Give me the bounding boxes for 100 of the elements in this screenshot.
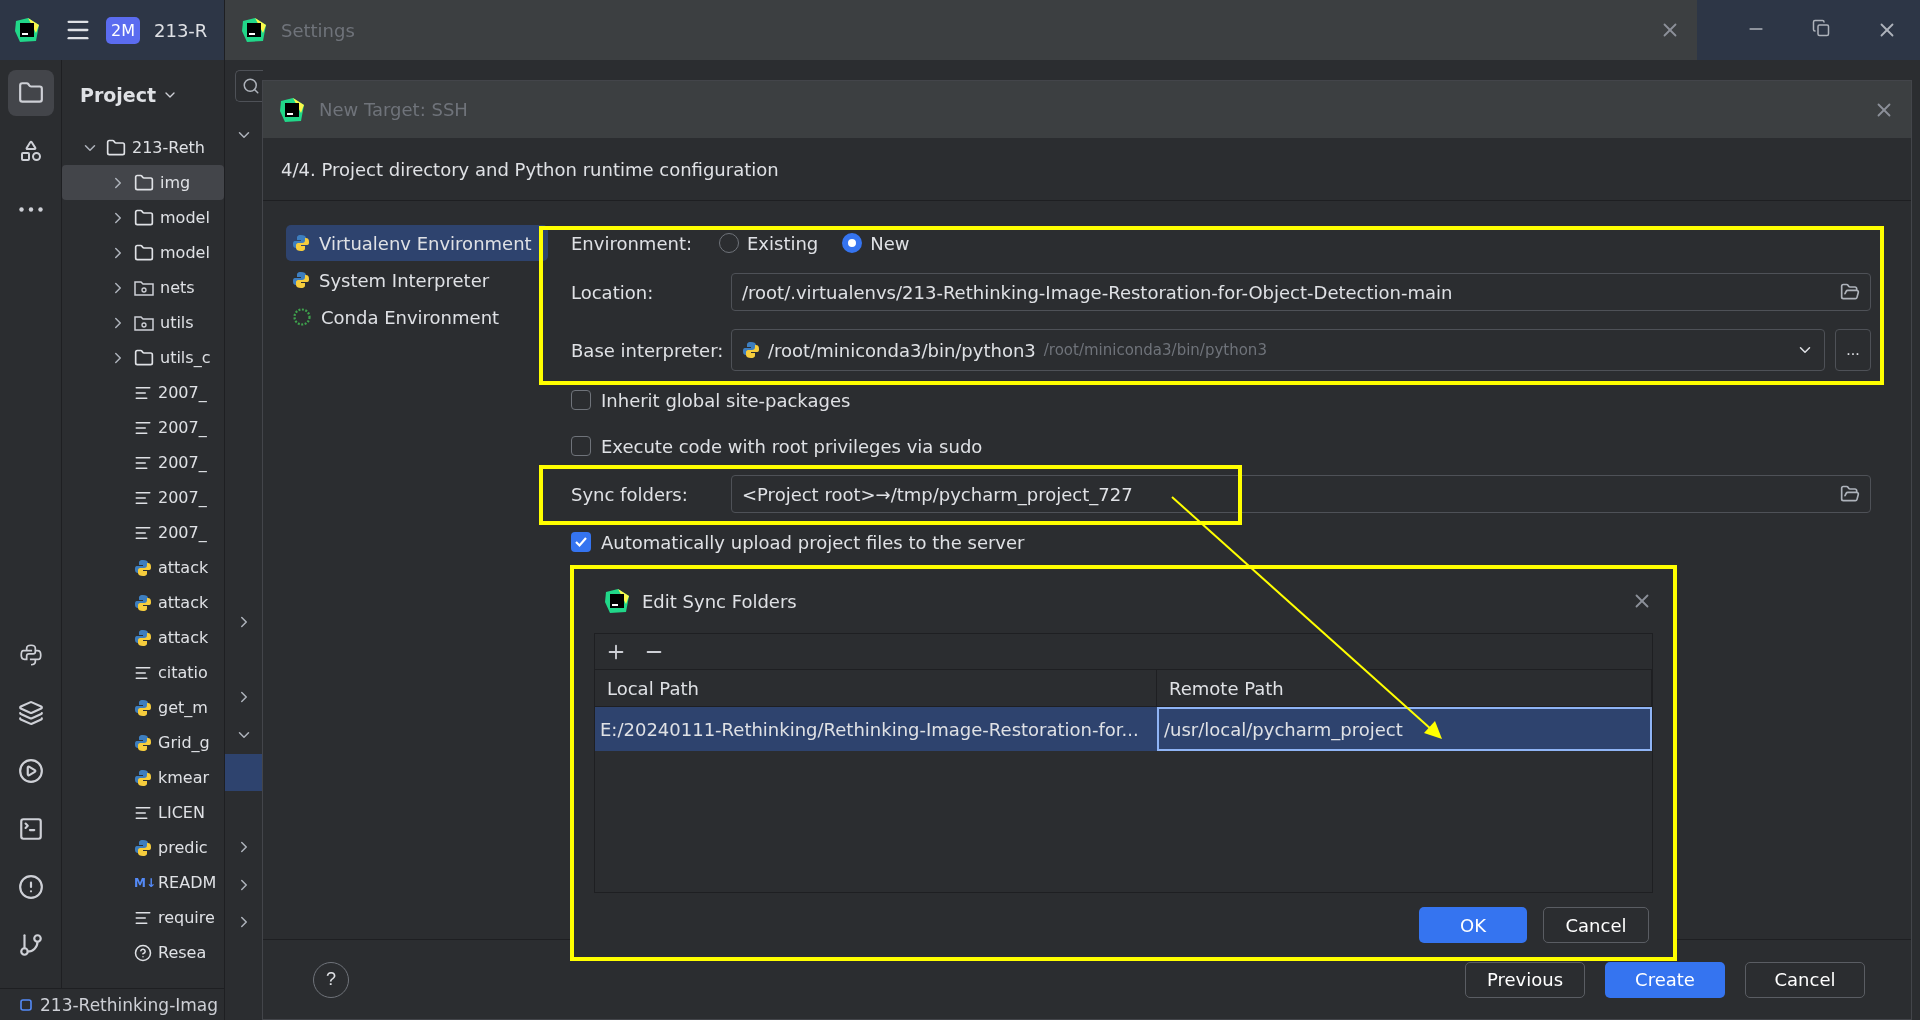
tree-row[interactable]: M↓READM <box>62 865 224 900</box>
dialog-title: New Target: SSH <box>319 99 468 120</box>
python-icon <box>292 271 310 289</box>
tree-row[interactable]: img <box>62 165 224 200</box>
tree-row[interactable]: model <box>62 200 224 235</box>
project-name[interactable]: 213-R <box>154 19 208 41</box>
environment-type-item[interactable]: System Interpreter <box>286 262 548 298</box>
dialog-button[interactable]: OK <box>1419 907 1527 943</box>
branch-icon <box>17 932 44 958</box>
tree-row[interactable]: utils <box>62 305 224 340</box>
python-icon <box>134 733 152 752</box>
file-name: citatio <box>158 663 208 682</box>
interpreter-dropdown[interactable]: /root/miniconda3/bin/python3 /root/miniconda3/bin/python3 <box>731 329 1825 371</box>
app-logo-icon <box>241 17 267 43</box>
file-name: require <box>158 908 215 927</box>
table-row[interactable]: E:/20240111-Rethinking/Rethinking-Image-Restoration-for... /usr/local/pycharm_project <box>595 707 1652 751</box>
tree-row[interactable]: 2007_ <box>62 515 224 550</box>
folder-icon <box>134 242 154 263</box>
file-name: 2007_ <box>158 383 207 402</box>
checkbox-label[interactable]: Inherit global site-packages <box>601 389 851 411</box>
environment-type-item[interactable]: Conda Environment <box>286 299 548 335</box>
file-name: img <box>160 173 191 192</box>
python-icon <box>742 341 760 359</box>
python-icon <box>292 234 310 252</box>
app-logo-icon <box>14 17 40 43</box>
panel-title[interactable]: Project <box>80 84 157 106</box>
dialog-title: Edit Sync Folders <box>642 590 797 612</box>
app-logo-icon <box>604 588 630 614</box>
tree-row[interactable]: Resea <box>62 935 224 970</box>
python-outline-icon <box>17 642 44 668</box>
table-cell-text: E:/20240111-Rethinking/Rethinking-Image-Restoration-for... <box>599 717 1140 742</box>
window-title: Settings <box>281 19 355 41</box>
module-folder-icon <box>134 278 154 297</box>
checkbox-label[interactable]: Automatically upload project files to the server <box>601 531 1025 553</box>
dialog-button[interactable]: Cancel <box>1745 961 1865 998</box>
terminal-icon <box>17 816 44 842</box>
file-name: model <box>160 208 210 227</box>
module-folder-icon <box>134 313 154 332</box>
dialog-button[interactable]: Previous <box>1465 961 1585 998</box>
folder-icon <box>134 172 154 193</box>
tree-row[interactable]: 2007_ <box>62 410 224 445</box>
column-header[interactable]: Remote Path <box>1157 670 1652 707</box>
location-field[interactable]: /root/.virtualenvs/213-Rethinking-Image-Restoration-for-Object-Detection-main <box>731 273 1871 311</box>
file-name: attack <box>158 593 209 612</box>
checkbox[interactable] <box>571 436 591 456</box>
tree-row[interactable]: citatio <box>62 655 224 690</box>
browse-folder-icon[interactable] <box>1840 282 1860 302</box>
tree-row[interactable]: utils_c <box>62 340 224 375</box>
tree-row[interactable]: nets <box>62 270 224 305</box>
checkbox[interactable] <box>571 532 591 552</box>
python-icon <box>134 593 152 612</box>
sync-folders-field[interactable]: <Project root>→/tmp/pycharm_project_727 <box>731 475 1871 513</box>
radio-button[interactable] <box>842 233 863 253</box>
dialog-button[interactable]: Cancel <box>1543 907 1649 943</box>
file-name: get_m <box>158 698 208 717</box>
project-badge: 2M <box>106 16 140 44</box>
tree-row[interactable]: attack <box>62 585 224 620</box>
file-name: 2007_ <box>158 418 207 437</box>
tool-window-button[interactable] <box>7 70 54 116</box>
app-logo-icon <box>279 96 305 123</box>
radio-label[interactable]: New <box>870 232 910 254</box>
folder-icon <box>106 137 126 158</box>
tree-row[interactable]: predic <box>62 830 224 865</box>
tree-row[interactable]: require <box>62 900 224 935</box>
cell-editor[interactable]: /usr/local/pycharm_project <box>1157 707 1652 751</box>
tree-row[interactable]: LICEN <box>62 795 224 830</box>
file-name: nets <box>160 278 195 297</box>
python-icon <box>134 838 152 857</box>
status-path[interactable]: 213-Rethinking-Imag <box>40 994 219 1015</box>
python-icon <box>134 698 152 717</box>
browse-button[interactable]: ... <box>1835 329 1871 371</box>
python-icon <box>134 768 152 787</box>
checkbox[interactable] <box>571 390 591 410</box>
tree-row[interactable]: Grid_g <box>62 725 224 760</box>
environment-type-item[interactable]: Virtualenv Environment <box>286 225 548 261</box>
tree-row[interactable]: 2007_ <box>62 375 224 410</box>
tree-row[interactable]: 213-Reth <box>62 130 224 165</box>
file-name: LICEN <box>158 803 205 822</box>
field-label: Environment: <box>571 232 693 254</box>
checkbox-label[interactable]: Execute code with root privileges via sudo <box>601 435 983 457</box>
module-icon <box>20 998 32 1011</box>
conda-icon <box>292 307 312 327</box>
browse-folder-icon[interactable] <box>1840 484 1860 504</box>
radio-label[interactable]: Existing <box>747 232 819 254</box>
tree-row[interactable]: attack <box>62 620 224 655</box>
check-icon <box>574 535 588 549</box>
tree-row[interactable]: 2007_ <box>62 480 224 515</box>
file-name: 2007_ <box>158 523 207 542</box>
dialog-button[interactable]: Create <box>1605 961 1725 998</box>
tree-row[interactable]: model <box>62 235 224 270</box>
tree-row[interactable]: attack <box>62 550 224 585</box>
file-name: Resea <box>158 943 207 962</box>
search-icon <box>242 77 260 95</box>
markdown-icon: M↓ <box>134 875 152 890</box>
file-name: READM <box>158 873 217 892</box>
tree-row[interactable]: get_m <box>62 690 224 725</box>
restore-icon[interactable] <box>1812 19 1830 37</box>
tree-row[interactable]: 2007_ <box>62 445 224 480</box>
tree-row[interactable]: kmear <box>62 760 224 795</box>
field-label: Base interpreter: <box>571 339 725 361</box>
